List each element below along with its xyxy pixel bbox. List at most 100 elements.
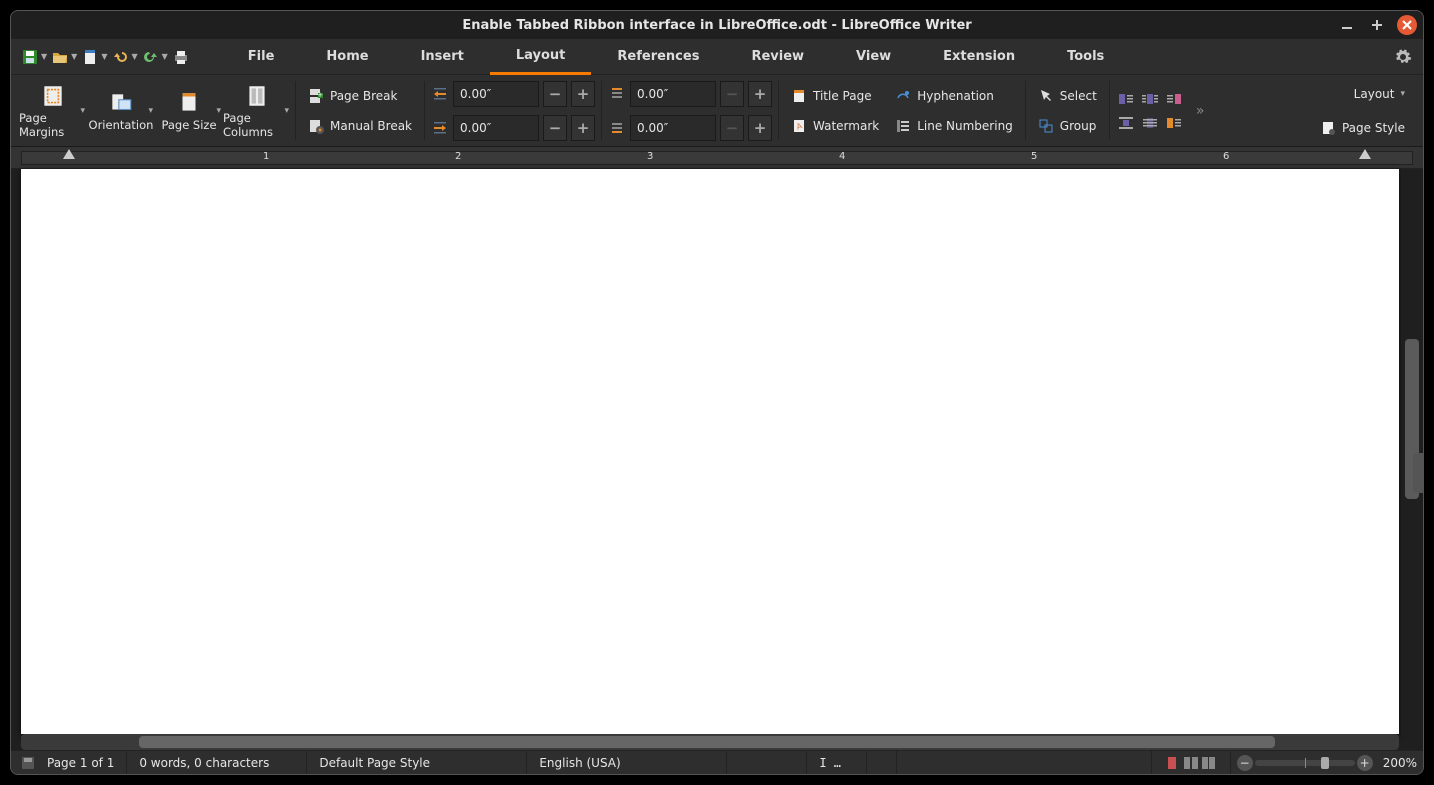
watermark-button[interactable]: A Watermark [785,113,885,139]
tab-review[interactable]: Review [725,39,830,75]
open-button[interactable] [49,46,71,68]
tab-extension[interactable]: Extension [917,39,1041,75]
app-window: Enable Tabbed Ribbon interface in LibreO… [10,10,1424,775]
title-bar[interactable]: Enable Tabbed Ribbon interface in LibreO… [11,11,1423,39]
spacing-above-decrease[interactable]: − [720,81,744,107]
zoom-out-button[interactable]: − [1237,755,1253,771]
manual-break-icon [308,118,324,134]
line-numbering-button[interactable]: Line Numbering [889,113,1019,139]
page-break-label: Page Break [330,89,397,103]
redo-button[interactable] [140,46,162,68]
horizontal-scroll-thumb[interactable] [139,736,1275,748]
new-button[interactable] [79,46,101,68]
new-dropdown[interactable]: ▼ [101,52,107,61]
status-language[interactable]: English (USA) [527,751,727,774]
indent-right-increase[interactable]: + [571,115,595,141]
tab-layout[interactable]: Layout [490,39,592,75]
status-word-count[interactable]: 0 words, 0 characters [127,751,307,774]
tab-insert[interactable]: Insert [395,39,490,75]
zoom-value[interactable]: 200% [1383,756,1417,770]
status-insert-mode[interactable] [727,751,807,774]
view-multi-page-button[interactable] [1183,756,1199,770]
manual-break-label: Manual Break [330,119,412,133]
hyphenation-icon [895,88,911,104]
indent-left-decrease[interactable]: − [543,81,567,107]
horizontal-ruler[interactable]: 1 2 3 4 5 6 [11,147,1423,169]
zoom-controls: − + 200% [1231,755,1423,771]
save-status-icon[interactable] [21,756,35,770]
indent-right-decrease[interactable]: − [543,115,567,141]
save-dropdown[interactable]: ▼ [41,52,47,61]
view-single-page-button[interactable] [1165,756,1181,770]
window-title: Enable Tabbed Ribbon interface in LibreO… [462,18,971,33]
indent-marker-right[interactable] [1359,147,1371,159]
top-tab-row: ▼ ▼ ▼ ▼ ▼ File Home Insert [11,39,1423,75]
spacing-above-input[interactable] [630,81,716,107]
undo-button[interactable] [109,46,131,68]
indent-right-input[interactable] [453,115,539,141]
save-button[interactable] [19,46,41,68]
indent-marker-left[interactable] [63,147,75,159]
indent-left-increase[interactable]: + [571,81,595,107]
tab-file[interactable]: File [222,39,301,75]
maximize-button[interactable] [1367,15,1387,35]
wrap-through-button[interactable] [1140,113,1160,133]
zoom-in-button[interactable]: + [1357,755,1373,771]
spacing-below-decrease[interactable]: − [720,115,744,141]
zoom-slider-thumb[interactable] [1321,757,1329,769]
select-button[interactable]: Select [1032,83,1103,109]
status-selection-mode[interactable]: I … [807,751,867,774]
indent-left-icon [431,85,449,103]
redo-dropdown[interactable]: ▼ [162,52,168,61]
tab-home[interactable]: Home [300,39,394,75]
group-button[interactable]: Group [1032,113,1103,139]
print-button[interactable] [170,46,192,68]
orientation-label: Orientation [89,118,154,132]
status-page-style[interactable]: Default Page Style [307,751,527,774]
open-dropdown[interactable]: ▼ [71,52,77,61]
status-page[interactable]: Page 1 of 1 [35,751,127,774]
wrap-optimal-button[interactable] [1164,113,1184,133]
ruler-tick-1: 1 [263,151,269,162]
page-columns-button[interactable]: Page Columns ▾ [223,78,291,144]
view-book-button[interactable] [1201,756,1217,770]
tab-tools[interactable]: Tools [1041,39,1130,75]
indent-left-input[interactable] [453,81,539,107]
spacing-above-increase[interactable]: + [748,81,772,107]
page-break-button[interactable]: + Page Break [302,83,418,109]
manual-break-button[interactable]: Manual Break [302,113,418,139]
page-style-icon [1320,120,1336,136]
document-page[interactable] [21,169,1399,734]
minimize-button[interactable] [1337,15,1357,35]
layout-menu-button[interactable]: Layout ▾ [1348,81,1411,107]
ruler-tick-3: 3 [647,151,653,162]
close-button[interactable] [1397,15,1417,35]
zoom-slider[interactable] [1255,760,1355,766]
tab-references[interactable]: References [591,39,725,75]
status-signature[interactable] [867,751,897,774]
wrap-parallel-button[interactable] [1140,89,1160,109]
wrap-after-button[interactable] [1164,89,1184,109]
page-margins-button[interactable]: Page Margins ▾ [19,78,87,144]
watermark-icon: A [791,118,807,134]
spacing-below-input[interactable] [630,115,716,141]
title-page-icon [791,88,807,104]
ribbon-overflow-button[interactable]: » [1196,103,1205,119]
vertical-scrollbar[interactable] [1401,169,1423,734]
tab-view[interactable]: View [830,39,917,75]
spacing-below-increase[interactable]: + [748,115,772,141]
select-icon [1038,88,1054,104]
options-button[interactable] [1391,45,1415,69]
hyphenation-button[interactable]: Hyphenation [889,83,1019,109]
undo-dropdown[interactable]: ▼ [131,52,137,61]
watermark-label: Watermark [813,119,879,133]
title-page-button[interactable]: Title Page [785,83,885,109]
orientation-button[interactable]: Orientation ▾ [87,78,155,144]
wrap-none-button[interactable] [1116,113,1136,133]
sidebar-handle[interactable] [1413,453,1423,493]
horizontal-scrollbar[interactable] [21,734,1399,750]
ruler-tick-6: 6 [1223,151,1229,162]
wrap-before-button[interactable] [1116,89,1136,109]
page-size-button[interactable]: Page Size ▾ [155,78,223,144]
page-style-button[interactable]: Page Style [1314,115,1411,141]
